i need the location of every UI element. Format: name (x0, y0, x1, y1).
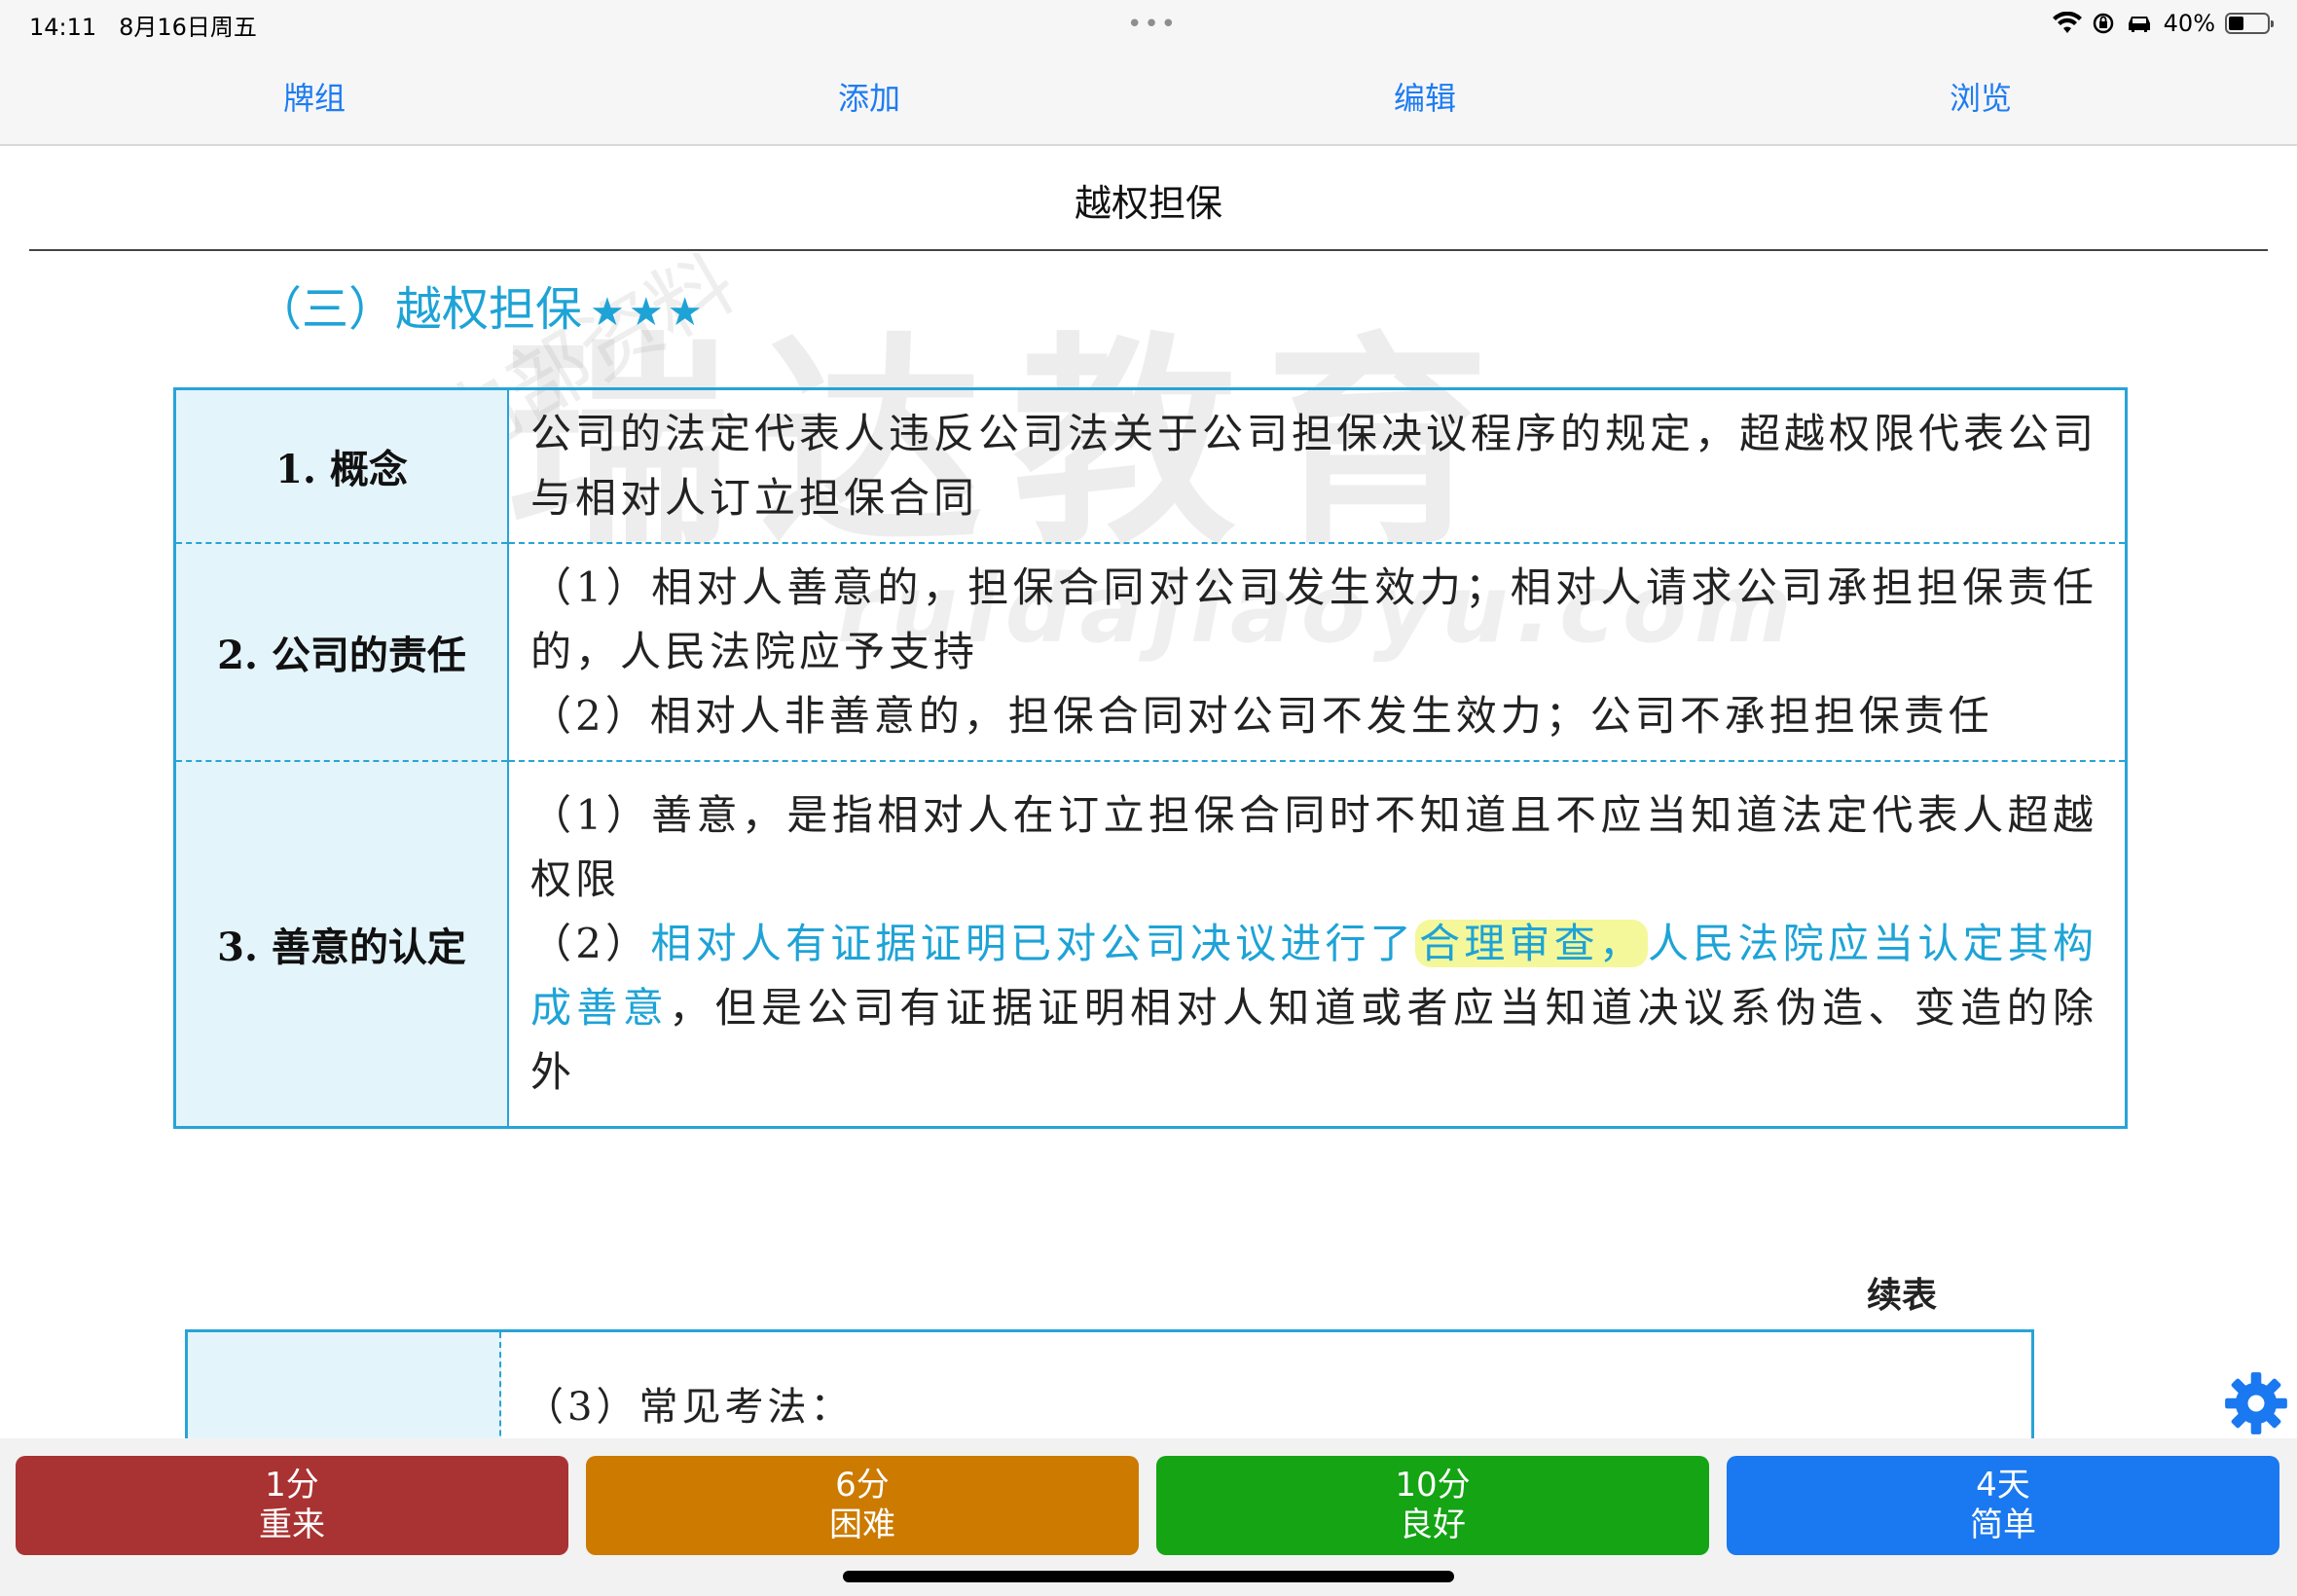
multitasking-dots[interactable]: ••• (1127, 10, 1178, 39)
hard-label: 困难 (829, 1505, 895, 1544)
card-back-content[interactable]: 内部资料 瑞达教育 ruidajiaoyu.com （三）越权担保 ★★★ 1. … (0, 253, 2297, 1438)
highlighted-text: 合理审查， (1414, 919, 1649, 967)
again-label: 重来 (259, 1505, 325, 1544)
again-button[interactable]: 1分 重来 (16, 1456, 568, 1555)
row-description: （1）相对人善意的，担保合同对公司发生效力；相对人请求公司承担担保责任的，人民法… (508, 543, 2127, 762)
row-term: 1. 概念 (174, 388, 509, 544)
wifi-icon (2052, 12, 2082, 33)
toolbar-edit-button[interactable]: 编辑 (1394, 74, 1456, 119)
section-heading: （三）越权担保 ★★★ (255, 271, 707, 339)
anki-review-screen: 14:11 8月16日周五 ••• 40% 牌组 添加 编辑 浏览 越权担保 内… (0, 0, 2297, 1596)
continued-table: （3）常见考法： (185, 1329, 2034, 1438)
good-label: 良好 (1400, 1505, 1466, 1544)
plain-text: ，但是公司有证据证明相对人知道或者应当知道决议系伪造、变造的除外 (530, 983, 2097, 1096)
again-interval: 1分 (265, 1466, 319, 1505)
good-interval: 10分 (1395, 1466, 1471, 1505)
car-icon (2128, 17, 2150, 32)
gear-icon[interactable] (2223, 1370, 2289, 1436)
home-indicator[interactable] (843, 1571, 1454, 1582)
row-description-item: （1）相对人善意的，担保合同对公司发生效力；相对人请求公司承担担保责任的，人民法… (530, 563, 2097, 675)
battery-level (2229, 17, 2244, 30)
hard-interval: 6分 (835, 1466, 890, 1505)
battery-tip (2271, 20, 2274, 27)
continued-term-cell (188, 1332, 501, 1438)
table-row: 3. 善意的认定 （1）善意，是指相对人在订立担保合同时不知道且不应当知道法定代… (174, 761, 2127, 1127)
row-description-item: （1）善意，是指相对人在订立担保合同时不知道且不应当知道法定代表人超越权限 (530, 790, 2097, 903)
easy-label: 简单 (1970, 1505, 2036, 1544)
section-heading-text: （三）越权担保 (255, 282, 583, 337)
battery-percent: 40% (2163, 10, 2215, 37)
status-time: 14:11 8月16日周五 (29, 14, 257, 41)
title-divider (29, 249, 2268, 251)
table-row: 1. 概念 公司的法定代表人违反公司法关于公司担保决议程序的规定，超越权限代表公… (174, 388, 2127, 544)
item-number: （2） (530, 919, 651, 967)
good-button[interactable]: 10分 良好 (1156, 1456, 1709, 1555)
toolbar-add-button[interactable]: 添加 (838, 74, 900, 119)
status-indicators: 40% (2052, 6, 2274, 41)
easy-interval: 4天 (1976, 1466, 2030, 1505)
status-bar: 14:11 8月16日周五 ••• 40% (0, 0, 2297, 49)
hard-button[interactable]: 6分 困难 (586, 1456, 1139, 1555)
row-description: （1）善意，是指相对人在订立担保合同时不知道且不应当知道法定代表人超越权限 （2… (508, 761, 2127, 1127)
continued-label: 续表 (1867, 1275, 1938, 1316)
continued-row-text: （3）常见考法： (525, 1385, 854, 1430)
row-term: 2. 公司的责任 (174, 543, 509, 762)
row-term: 3. 善意的认定 (174, 761, 509, 1127)
battery-icon (2225, 13, 2274, 34)
easy-button[interactable]: 4天 简单 (1727, 1456, 2279, 1555)
card-front-title: 越权担保 (1074, 182, 1222, 225)
emphasis-text: 相对人有证据证明已对公司决议进行了 (650, 919, 1415, 967)
orientation-lock-icon (2093, 13, 2113, 34)
row-description-item: （2）相对人非善意的，担保合同对公司不发生效力；公司不承担担保责任 (530, 692, 1993, 740)
importance-stars: ★★★ (590, 290, 707, 335)
top-toolbar: 牌组 添加 编辑 浏览 (0, 49, 2297, 146)
toolbar-decks-button[interactable]: 牌组 (283, 74, 346, 119)
row-description-item: （2）相对人有证据证明已对公司决议进行了合理审查，人民法院应当认定其构成善意，但… (530, 912, 2097, 1105)
concept-table: 1. 概念 公司的法定代表人违反公司法关于公司担保决议程序的规定，超越权限代表公… (173, 387, 2128, 1129)
row-description: 公司的法定代表人违反公司法关于公司担保决议程序的规定，超越权限代表公司与相对人订… (508, 388, 2127, 544)
table-row: 2. 公司的责任 （1）相对人善意的，担保合同对公司发生效力；相对人请求公司承担… (174, 543, 2127, 762)
toolbar-browse-button[interactable]: 浏览 (1950, 74, 2012, 119)
